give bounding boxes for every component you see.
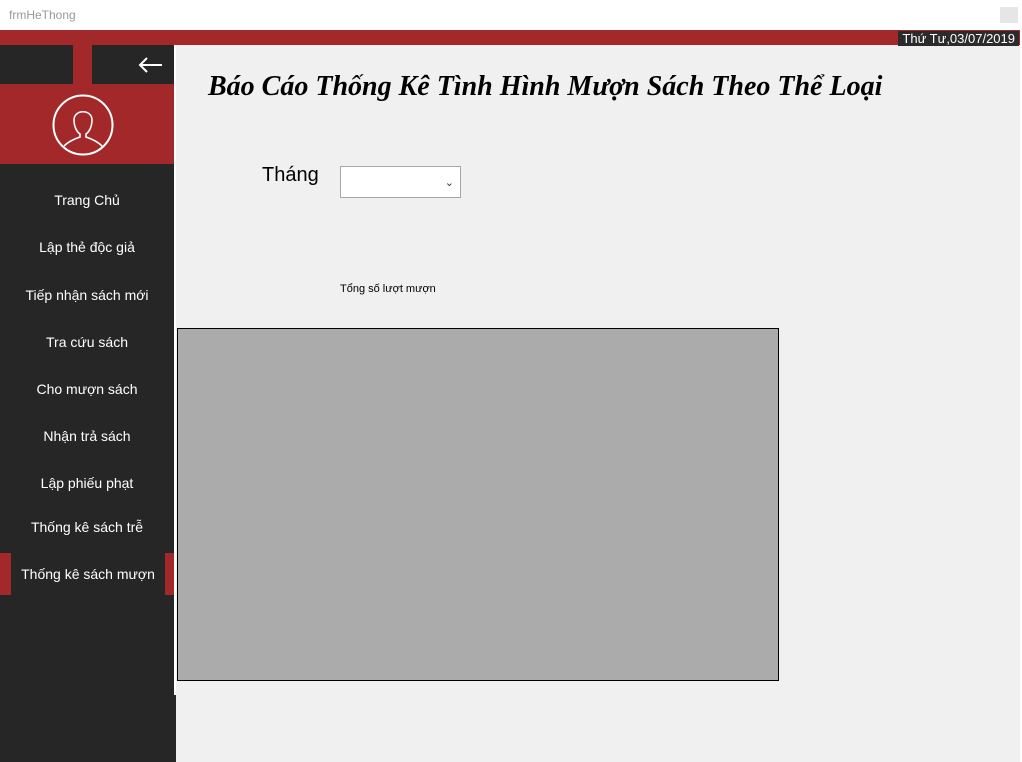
- month-select[interactable]: ⌄: [340, 166, 461, 198]
- report-chart-area: [177, 328, 779, 681]
- sidebar-item-thong-ke-sach-muon[interactable]: Thống kê sách mượn: [11, 553, 165, 595]
- sidebar-item-trang-chu[interactable]: Trang Chủ: [0, 179, 174, 221]
- active-indicator-left: [0, 553, 11, 595]
- window-titlebar: frmHeThong: [0, 0, 1022, 30]
- sidebar-item-cho-muon-sach[interactable]: Cho mượn sách: [0, 368, 174, 410]
- sidebar-item-thong-ke-sach-tre[interactable]: Thống kê sách trễ: [0, 506, 174, 548]
- window-control-button[interactable]: [1000, 7, 1018, 23]
- window-title: frmHeThong: [9, 8, 76, 22]
- sidebar: Trang Chủ Lập thẻ độc giả Tiếp nhận sách…: [0, 45, 176, 762]
- sidebar-item-tra-cuu-sach[interactable]: Tra cứu sách: [0, 321, 174, 363]
- sidebar-item-tiep-nhan-sach-moi[interactable]: Tiếp nhận sách mới: [0, 274, 174, 316]
- avatar-panel: [0, 84, 174, 164]
- header-bar: [0, 30, 1022, 45]
- sidebar-item-lap-phieu-phat[interactable]: Lập phiếu phạt: [0, 462, 174, 504]
- sidebar-item-lap-the-doc-gia[interactable]: Lập thẻ độc giả: [0, 226, 174, 268]
- user-avatar-icon: [52, 94, 114, 156]
- page-title: Báo Cáo Thống Kê Tình Hình Mượn Sách The…: [208, 71, 883, 102]
- sidebar-top-divider: [73, 45, 92, 84]
- date-display: Thứ Tư,03/07/2019: [898, 31, 1019, 46]
- main-left-edge: [174, 45, 176, 695]
- month-label: Tháng: [262, 164, 319, 186]
- sidebar-item-nhan-tra-sach[interactable]: Nhận trả sách: [0, 415, 174, 457]
- total-borrows-label: Tổng số lượt mượn: [340, 283, 436, 295]
- active-indicator-right: [165, 553, 174, 595]
- arrow-left-icon[interactable]: [134, 53, 166, 77]
- chevron-down-icon: ⌄: [444, 177, 454, 189]
